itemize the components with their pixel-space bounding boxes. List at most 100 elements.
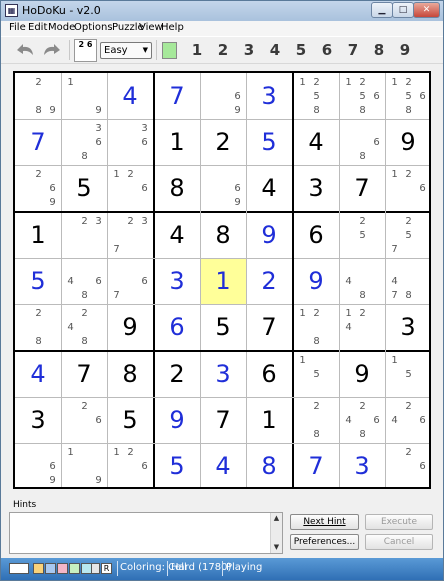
cell-r2c7[interactable]: 4 (293, 119, 339, 165)
cell-r8c7[interactable]: 28 (293, 397, 339, 443)
filter-digit-2[interactable]: 2 (213, 41, 233, 59)
cell-r2c3[interactable]: 36 (107, 119, 153, 165)
cell-r4c6[interactable]: 9 (246, 212, 292, 258)
scroll-up-icon[interactable]: ▲ (272, 514, 281, 523)
color-swatch[interactable] (69, 563, 80, 574)
cell-r9c4[interactable]: 5 (154, 443, 200, 489)
filter-digit-7[interactable]: 7 (343, 41, 363, 59)
cell-r6c9[interactable]: 3 (385, 304, 431, 350)
cancel-button[interactable]: Cancel (365, 534, 433, 550)
filter-digit-9[interactable]: 9 (395, 41, 415, 59)
cell-r7c4[interactable]: 2 (154, 351, 200, 397)
cell-r4c2[interactable]: 23 (61, 212, 107, 258)
filter-digit-8[interactable]: 8 (369, 41, 389, 59)
close-button[interactable]: ✕ (413, 2, 440, 18)
color-swatch[interactable] (45, 563, 56, 574)
cell-r9c1[interactable]: 69 (15, 443, 61, 489)
cell-r2c4[interactable]: 1 (154, 119, 200, 165)
cell-r7c8[interactable]: 9 (339, 351, 385, 397)
cell-r5c6[interactable]: 2 (246, 258, 292, 304)
filter-digit-1[interactable]: 1 (187, 41, 207, 59)
cell-r3c3[interactable]: 126 (107, 165, 153, 211)
cell-r4c3[interactable]: 23 7 (107, 212, 153, 258)
cell-r7c7[interactable]: 15 (293, 351, 339, 397)
cell-r5c2[interactable]: 4 68 (61, 258, 107, 304)
cell-r6c4[interactable]: 6 (154, 304, 200, 350)
cell-r1c6[interactable]: 3 (246, 73, 292, 119)
next-hint-button[interactable]: Next Hint (290, 514, 359, 530)
cell-r6c5[interactable]: 5 (200, 304, 246, 350)
cell-r4c9[interactable]: 2 57 (385, 212, 431, 258)
hints-text-area[interactable]: ▲ ▼ (9, 512, 283, 554)
cell-r1c2[interactable]: 19 (61, 73, 107, 119)
cell-r8c9[interactable]: 24 6 (385, 397, 431, 443)
cell-r2c8[interactable]: 68 (339, 119, 385, 165)
cell-r5c8[interactable]: 48 (339, 258, 385, 304)
filter-digit-5[interactable]: 5 (291, 41, 311, 59)
color-swatch[interactable] (9, 563, 29, 574)
reset-color-button[interactable]: R (101, 563, 112, 574)
cell-r7c2[interactable]: 7 (61, 351, 107, 397)
cell-r3c4[interactable]: 8 (154, 165, 200, 211)
cell-r2c2[interactable]: 3 68 (61, 119, 107, 165)
scroll-down-icon[interactable]: ▼ (272, 543, 281, 552)
cell-r6c6[interactable]: 7 (246, 304, 292, 350)
cell-r8c3[interactable]: 5 (107, 397, 153, 443)
cell-r8c4[interactable]: 9 (154, 397, 200, 443)
menu-options[interactable]: Options (74, 22, 113, 33)
cell-r5c9[interactable]: 4 78 (385, 258, 431, 304)
cell-r1c4[interactable]: 7 (154, 73, 200, 119)
cell-r3c9[interactable]: 126 (385, 165, 431, 211)
new-puzzle-icon[interactable]: 2 6 (74, 39, 97, 62)
cell-r3c7[interactable]: 3 (293, 165, 339, 211)
cell-r9c9[interactable]: 26 (385, 443, 431, 489)
maximize-button[interactable]: □ (392, 2, 414, 18)
cell-r9c6[interactable]: 8 (246, 443, 292, 489)
cell-r8c6[interactable]: 1 (246, 397, 292, 443)
preferences-button[interactable]: Preferences... (290, 534, 359, 550)
filter-digit-4[interactable]: 4 (265, 41, 285, 59)
filter-digit-6[interactable]: 6 (317, 41, 337, 59)
cell-r8c5[interactable]: 7 (200, 397, 246, 443)
title-bar[interactable]: ▦ HoDoKu - v2.0 ▁ □ ✕ (1, 1, 443, 21)
cell-r7c6[interactable]: 6 (246, 351, 292, 397)
hints-scrollbar[interactable]: ▲ ▼ (270, 513, 282, 553)
cell-r2c1[interactable]: 7 (15, 119, 61, 165)
cell-r2c5[interactable]: 2 (200, 119, 246, 165)
menu-view[interactable]: View (139, 22, 163, 33)
cell-r9c2[interactable]: 19 (61, 443, 107, 489)
color-swatch[interactable] (33, 563, 44, 574)
minimize-button[interactable]: ▁ (371, 2, 393, 18)
cell-r5c7[interactable]: 9 (293, 258, 339, 304)
cell-r6c7[interactable]: 12 8 (293, 304, 339, 350)
cell-r4c8[interactable]: 25 (339, 212, 385, 258)
cell-r3c2[interactable]: 5 (61, 165, 107, 211)
cell-r8c1[interactable]: 3 (15, 397, 61, 443)
cell-r6c3[interactable]: 9 (107, 304, 153, 350)
cell-r9c3[interactable]: 126 (107, 443, 153, 489)
filter-digit-3[interactable]: 3 (239, 41, 259, 59)
color-swatch[interactable] (91, 563, 100, 574)
cell-r4c1[interactable]: 1 (15, 212, 61, 258)
menu-file[interactable]: File (9, 22, 26, 33)
cell-r1c9[interactable]: 12 568 (385, 73, 431, 119)
menu-help[interactable]: Help (161, 22, 184, 33)
filter-color-toggle[interactable] (162, 42, 177, 59)
cell-r3c8[interactable]: 7 (339, 165, 385, 211)
cell-r6c1[interactable]: 28 (15, 304, 61, 350)
color-swatch[interactable] (57, 563, 68, 574)
cell-r5c3[interactable]: 67 (107, 258, 153, 304)
cell-r1c3[interactable]: 4 (107, 73, 153, 119)
cell-r2c9[interactable]: 9 (385, 119, 431, 165)
cell-r5c5[interactable]: 1 (200, 258, 246, 304)
execute-button[interactable]: Execute (365, 514, 433, 530)
cell-r7c5[interactable]: 3 (200, 351, 246, 397)
cell-r9c5[interactable]: 4 (200, 443, 246, 489)
cell-r4c5[interactable]: 8 (200, 212, 246, 258)
cell-r7c3[interactable]: 8 (107, 351, 153, 397)
cell-r3c5[interactable]: 69 (200, 165, 246, 211)
cell-r8c8[interactable]: 24 68 (339, 397, 385, 443)
cell-r1c5[interactable]: 69 (200, 73, 246, 119)
cell-r1c1[interactable]: 2 89 (15, 73, 61, 119)
cell-r6c8[interactable]: 124 (339, 304, 385, 350)
